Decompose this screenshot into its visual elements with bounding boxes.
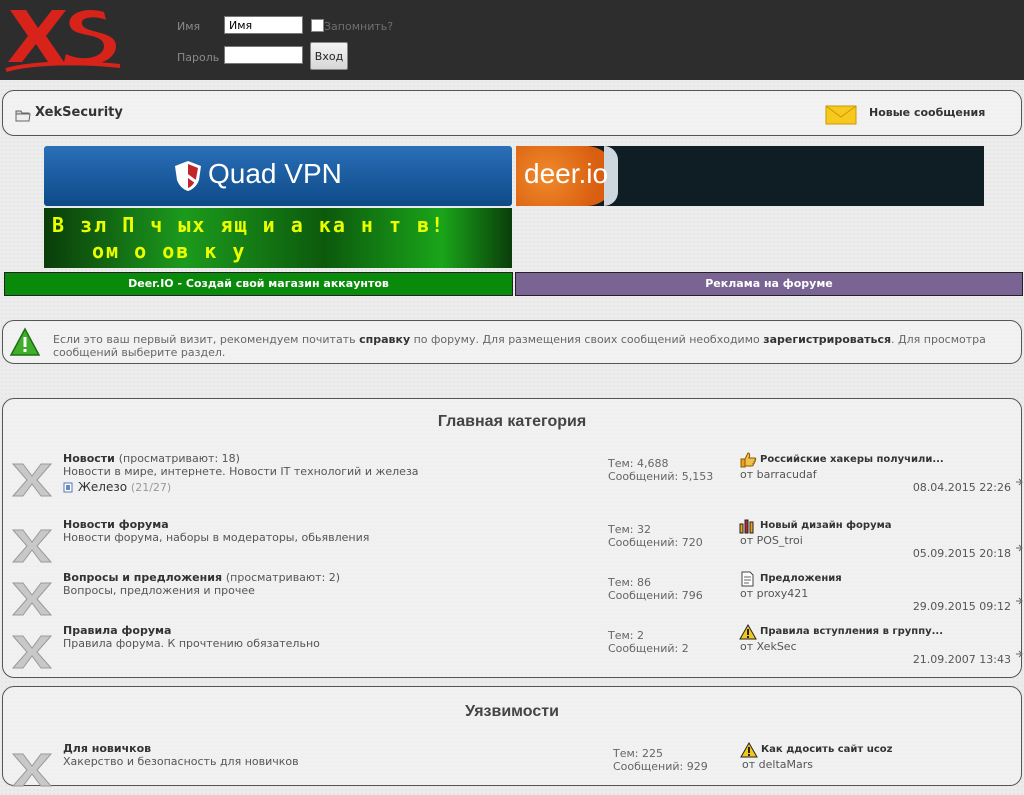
forum-description: Новости в мире, интернете. Новости IT те… <box>63 465 419 478</box>
header-bar: Имя Запомнить? Пароль Вход <box>0 0 1024 80</box>
shield-icon <box>175 161 201 191</box>
document-icon <box>741 571 754 587</box>
warning-icon <box>739 624 757 640</box>
forum-x-icon <box>11 635 53 669</box>
last-post-title[interactable]: Российские хакеры получили... <box>760 454 944 465</box>
last-post-author[interactable]: от deltaMars <box>742 758 813 771</box>
last-post-title[interactable]: Как ддосить сайт ucoz <box>761 744 892 755</box>
last-post-title[interactable]: Предложения <box>760 573 842 584</box>
last-post-date: 21.09.2007 13:43 <box>912 653 1011 666</box>
subforum-link-hardware[interactable]: Железо (21/27) <box>78 480 171 494</box>
forum-row-forum-news: Новости форума Новости форума, наборы в … <box>3 518 1023 571</box>
password-input[interactable] <box>224 46 303 64</box>
forum-link-news[interactable]: Новости (просматривают: 18) <box>63 452 240 465</box>
forum-stats: Тем: 2 Сообщений: 2 <box>608 629 689 655</box>
last-post-author[interactable]: от proxy421 <box>740 587 808 600</box>
warning-triangle-icon <box>9 327 41 356</box>
forum-x-icon <box>11 753 53 787</box>
forum-row-beginners: Для новичков Хакерство и безопасность дл… <box>3 742 1021 795</box>
forum-ad-link[interactable]: Реклама на форуме <box>515 272 1023 296</box>
forum-x-icon <box>11 582 53 616</box>
hack-banner-text: В зл П ч ых ящ и а ка н т в! ом о ов к у <box>52 213 446 263</box>
go-to-last-post-icon[interactable] <box>1015 650 1023 658</box>
quad-vpn-text: Quad VPN <box>208 158 342 189</box>
envelope-icon[interactable] <box>825 105 857 125</box>
warning-icon <box>740 742 758 758</box>
remember-label: Запомнить? <box>324 20 394 33</box>
last-post-date: 29.09.2015 09:12 <box>912 600 1011 613</box>
new-messages-link[interactable]: Новые сообщения <box>869 106 985 119</box>
last-post-date: 05.09.2015 20:18 <box>912 547 1011 560</box>
folder-icon <box>15 110 31 122</box>
welcome-notice: Если это ваш первый визит, рекомендуем п… <box>2 320 1022 364</box>
register-link[interactable]: зарегистрироваться <box>763 333 891 346</box>
go-to-last-post-icon[interactable] <box>1015 544 1023 552</box>
forum-description: Вопросы, предложения и прочее <box>63 584 255 597</box>
deer-io-banner[interactable]: deer.io <box>516 146 984 206</box>
thumbs-up-icon <box>740 452 757 468</box>
deer-io-ad-link[interactable]: Deer.IO - Создай свой магазин аккаунтов <box>4 272 513 296</box>
forum-description: Правила форума. К прочтению обязательно <box>63 637 320 650</box>
last-post-author[interactable]: от POS_troi <box>740 534 803 547</box>
forum-link-beginners[interactable]: Для новичков <box>63 742 151 755</box>
bar-chart-icon <box>739 519 754 534</box>
forum-row-rules: Правила форума Правила форума. К прочтен… <box>3 624 1023 677</box>
forum-description: Новости форума, наборы в модераторы, обь… <box>63 531 370 544</box>
forum-row-questions: Вопросы и предложения (просматривают: 2)… <box>3 571 1023 624</box>
forum-x-icon <box>11 463 53 497</box>
forum-link-forum-news[interactable]: Новости форума <box>63 518 169 531</box>
password-label: Пароль <box>177 51 220 64</box>
last-post-title[interactable]: Правила вступления в группу... <box>760 626 943 637</box>
category-vulnerabilities: Уязвимости Для новичков Хакерство и безо… <box>2 686 1022 787</box>
quad-vpn-banner[interactable]: Quad VPN <box>44 146 512 206</box>
login-button[interactable]: Вход <box>310 42 348 70</box>
xs-logo-icon[interactable] <box>4 4 122 76</box>
forum-stats: Тем: 86 Сообщений: 796 <box>608 576 703 602</box>
go-to-last-post-icon[interactable] <box>1015 478 1023 486</box>
username-label: Имя <box>177 20 201 33</box>
last-post-author[interactable]: от XekSec <box>740 640 797 653</box>
hack-accounts-banner[interactable]: В зл П ч ых ящ и а ка н т в! ом о ов к у <box>44 208 512 268</box>
subforum-icon <box>63 482 73 493</box>
site-title-link[interactable]: XekSecurity <box>35 105 123 120</box>
last-post-author[interactable]: от barracudaf <box>740 468 817 481</box>
forum-stats: Тем: 32 Сообщений: 720 <box>608 523 703 549</box>
forum-row-news: Новости (просматривают: 18) Новости в ми… <box>3 452 1023 505</box>
forum-stats: Тем: 4,688 Сообщений: 5,153 <box>608 457 714 483</box>
forum-x-icon <box>11 529 53 563</box>
deer-io-text: deer.io <box>524 158 609 189</box>
last-post-date: 08.04.2015 22:26 <box>912 481 1011 494</box>
navbar: XekSecurity Новые сообщения <box>2 90 1022 136</box>
remember-checkbox[interactable] <box>311 19 324 32</box>
forum-link-questions[interactable]: Вопросы и предложения (просматривают: 2) <box>63 571 340 584</box>
category-main: Главная категория Новости (просматривают… <box>2 398 1023 678</box>
last-post-title[interactable]: Новый дизайн форума <box>760 520 892 531</box>
notice-text: Если это ваш первый визит, рекомендуем п… <box>53 333 986 359</box>
forum-description: Хакерство и безопасность для новичков <box>63 755 299 768</box>
username-input[interactable] <box>224 16 303 34</box>
forum-link-rules[interactable]: Правила форума <box>63 624 171 637</box>
go-to-last-post-icon[interactable] <box>1015 597 1023 605</box>
forum-stats: Тем: 225 Сообщений: 929 <box>613 747 708 773</box>
category-title[interactable]: Уязвимости <box>3 703 1021 721</box>
help-link[interactable]: справку <box>359 333 410 346</box>
category-title[interactable]: Главная категория <box>3 413 1021 431</box>
